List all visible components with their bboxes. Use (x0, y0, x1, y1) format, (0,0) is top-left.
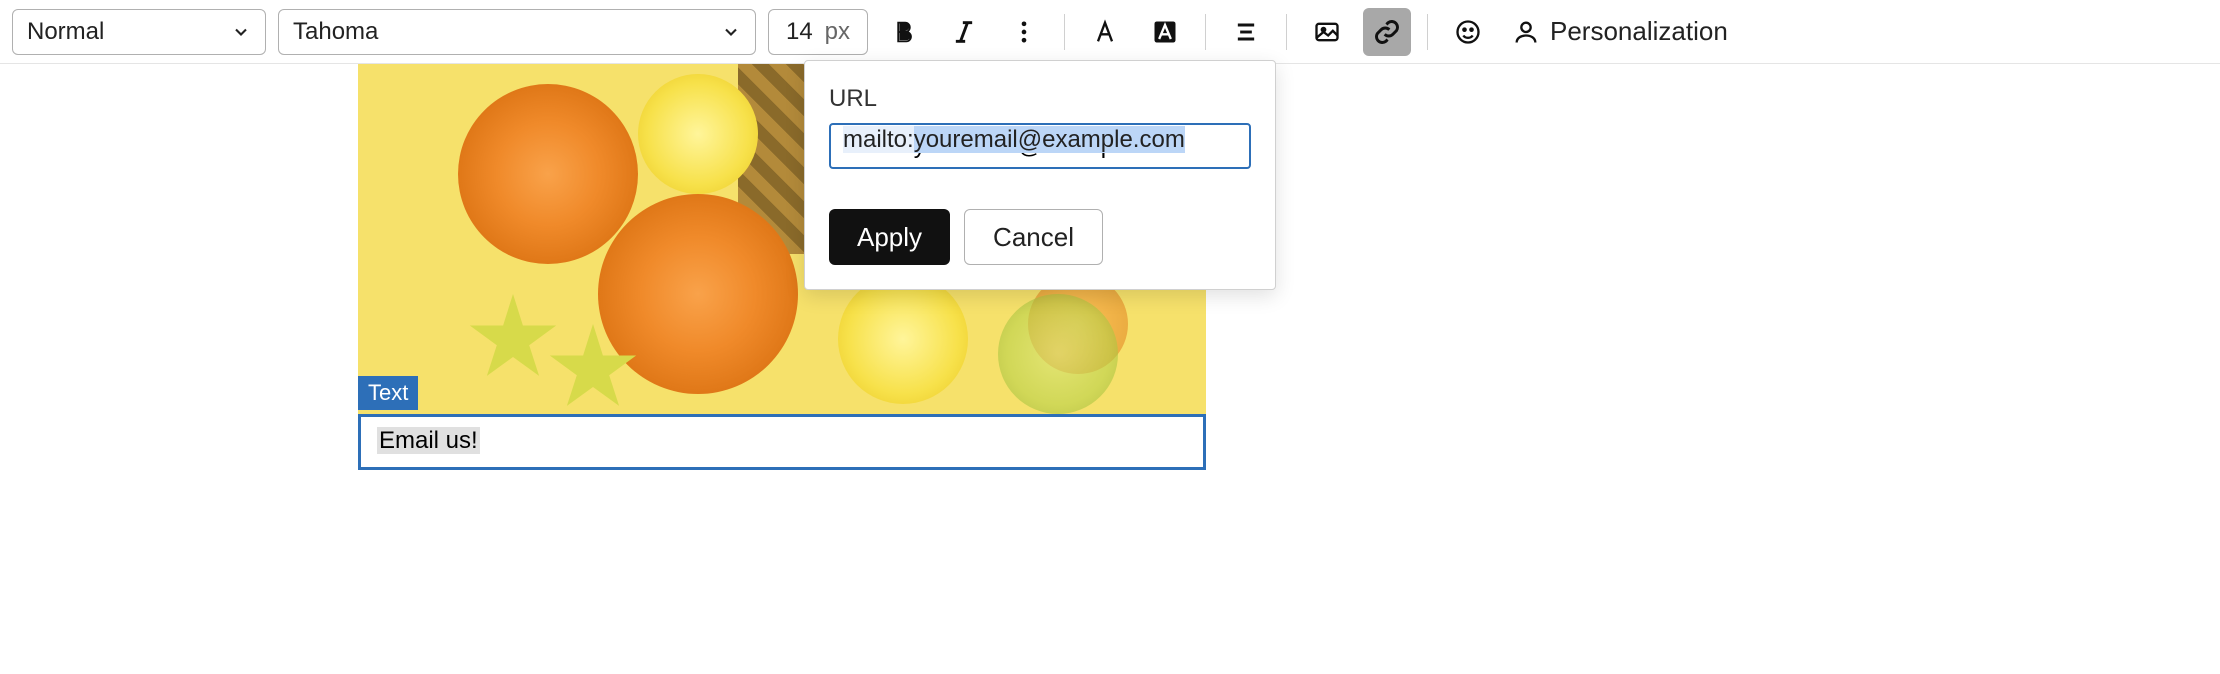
apply-button[interactable]: Apply (829, 209, 950, 265)
chevron-down-icon (231, 22, 251, 42)
font-dropdown[interactable]: Tahoma (278, 9, 756, 55)
decorative-shape (468, 294, 558, 384)
font-size-value: 14 (786, 18, 813, 46)
link-popover: URL mailto:youremail@example.com Apply C… (804, 60, 1276, 290)
more-format-button[interactable] (1000, 8, 1048, 56)
url-label: URL (829, 85, 1251, 113)
bold-button[interactable] (880, 8, 928, 56)
url-input[interactable] (829, 123, 1251, 169)
format-value: Normal (27, 18, 104, 46)
decorative-shape (838, 274, 968, 404)
personalization-label: Personalization (1550, 16, 1728, 47)
separator (1205, 14, 1206, 50)
selected-text[interactable]: Email us! (377, 427, 480, 454)
editor-toolbar: Normal Tahoma 14 px Personalization (0, 0, 2220, 64)
format-dropdown[interactable]: Normal (12, 9, 266, 55)
block-type-tag: Text (358, 376, 418, 410)
decorative-shape (458, 84, 638, 264)
separator (1064, 14, 1065, 50)
italic-button[interactable] (940, 8, 988, 56)
chevron-down-icon (721, 22, 741, 42)
font-size-unit: px (825, 18, 850, 46)
link-button[interactable] (1363, 8, 1411, 56)
highlight-color-button[interactable] (1141, 8, 1189, 56)
decorative-shape (998, 294, 1118, 414)
separator (1286, 14, 1287, 50)
decorative-shape (638, 74, 758, 194)
person-icon (1512, 18, 1540, 46)
font-size-input[interactable]: 14 px (768, 9, 868, 55)
align-button[interactable] (1222, 8, 1270, 56)
popover-buttons: Apply Cancel (829, 209, 1251, 265)
font-value: Tahoma (293, 18, 378, 46)
image-button[interactable] (1303, 8, 1351, 56)
text-block[interactable]: Email us! (358, 414, 1206, 470)
cancel-button[interactable]: Cancel (964, 209, 1103, 265)
text-color-button[interactable] (1081, 8, 1129, 56)
emoji-button[interactable] (1444, 8, 1492, 56)
separator (1427, 14, 1428, 50)
decorative-shape (598, 194, 798, 394)
personalization-button[interactable]: Personalization (1504, 16, 1736, 47)
